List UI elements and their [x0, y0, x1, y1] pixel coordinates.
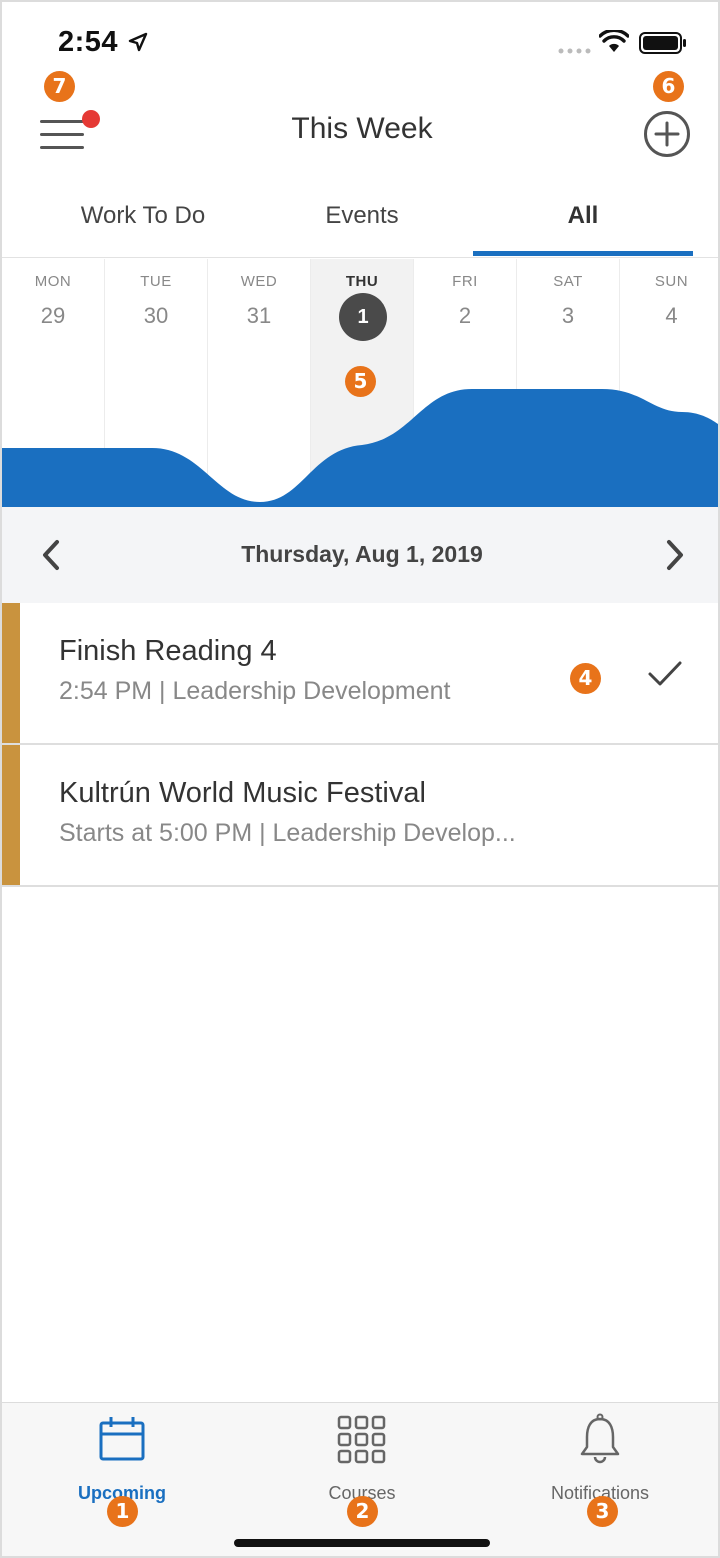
wifi-icon: [599, 30, 629, 52]
home-indicator: [234, 1539, 490, 1547]
item-subtitle: Starts at 5:00 PM | Leadership Develop..…: [59, 819, 516, 847]
callout-badge-menu: 7: [44, 71, 75, 102]
tab-events[interactable]: Events: [252, 202, 472, 230]
item-color-bar: [2, 745, 20, 885]
bottom-tab-bar: Upcoming Courses Notifications 1 2 3: [2, 1402, 718, 1556]
calendar-icon: [99, 1417, 145, 1461]
list-item[interactable]: Finish Reading 4 2:54 PM | Leadership De…: [2, 603, 718, 745]
list-item[interactable]: Kultrún World Music Festival Starts at 5…: [2, 745, 718, 887]
item-title: Kultrún World Music Festival: [59, 777, 426, 809]
date-navigator: Thursday, Aug 1, 2019: [2, 507, 718, 603]
page-title: This Week: [291, 112, 433, 145]
grid-icon: [337, 1415, 386, 1464]
filter-tabs: Work To Do Events All: [2, 186, 718, 258]
current-date-label: Thursday, Aug 1, 2019: [241, 541, 483, 567]
status-bar: 2:54: [2, 2, 718, 72]
callout-badge-notifications: 3: [587, 1496, 618, 1527]
item-title: Finish Reading 4: [59, 635, 277, 667]
app-screen: 2:54 7 6 This Week Work To Do Events All…: [0, 0, 720, 1558]
item-subtitle: 2:54 PM | Leadership Development: [59, 677, 451, 705]
callout-badge-week: 5: [345, 366, 376, 397]
add-circle-icon[interactable]: [643, 110, 691, 158]
callout-badge-upcoming: 1: [107, 1496, 138, 1527]
cellular-signal-icon: [558, 48, 591, 54]
callout-badge-add: 6: [653, 71, 684, 102]
tab-work-to-do[interactable]: Work To Do: [33, 202, 253, 230]
week-strip: MON 29 TUE 30 WED 31 THU 1 FRI 2 SAT 3 S…: [2, 259, 718, 507]
item-color-bar: [2, 603, 20, 743]
callout-badge-courses: 2: [347, 1496, 378, 1527]
location-arrow-icon: [128, 32, 148, 52]
status-time: 2:54: [58, 26, 119, 58]
bell-icon: [580, 1413, 620, 1464]
callout-badge-item: 4: [570, 663, 601, 694]
active-tab-indicator: [473, 251, 693, 256]
tab-all[interactable]: All: [473, 202, 693, 230]
chevron-right-icon[interactable]: [664, 539, 686, 571]
checkmark-icon[interactable]: [646, 659, 684, 689]
battery-icon: [639, 32, 686, 54]
